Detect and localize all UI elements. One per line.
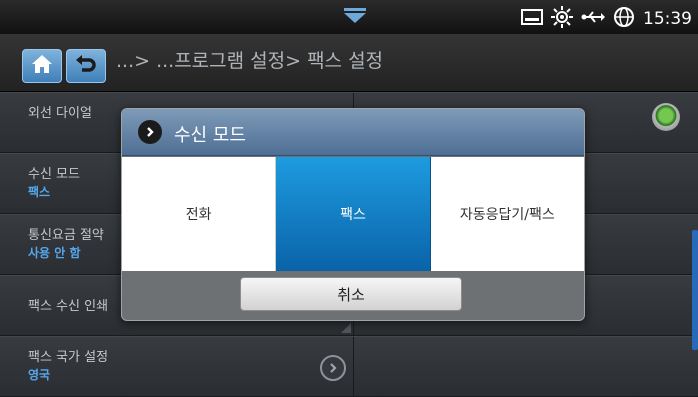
option-group: 전화 팩스 자동응답기/팩스: [122, 157, 584, 271]
home-icon: [31, 54, 53, 78]
header-bar: ...> ...프로그램 설정> 팩스 설정: [0, 34, 698, 92]
status-time: 15:39: [643, 9, 692, 29]
home-button[interactable]: [22, 49, 62, 83]
option-fax[interactable]: 팩스: [276, 157, 431, 271]
cancel-button[interactable]: 취소: [240, 277, 462, 311]
back-button[interactable]: [66, 49, 106, 83]
status-bar: 15:39: [0, 0, 698, 34]
option-answering-machine-fax[interactable]: 자동응답기/팩스: [430, 157, 584, 271]
notification-arrow-icon[interactable]: [342, 8, 368, 28]
tray-icon: [521, 8, 543, 30]
status-icons: 15:39: [521, 6, 692, 32]
option-phone[interactable]: 전화: [122, 157, 277, 271]
network-globe-icon: [613, 6, 635, 32]
receive-mode-dialog: 수신 모드 전화 팩스 자동응답기/팩스 취소: [121, 108, 585, 321]
usb-icon: [581, 9, 605, 29]
back-icon: [75, 54, 97, 78]
chevron-right-icon: [138, 120, 162, 144]
breadcrumb: ...> ...프로그램 설정> 팩스 설정: [116, 50, 384, 72]
dialog-title: 수신 모드: [174, 125, 246, 146]
brightness-icon: [551, 6, 573, 32]
dialog-title-bar: 수신 모드: [122, 109, 584, 156]
